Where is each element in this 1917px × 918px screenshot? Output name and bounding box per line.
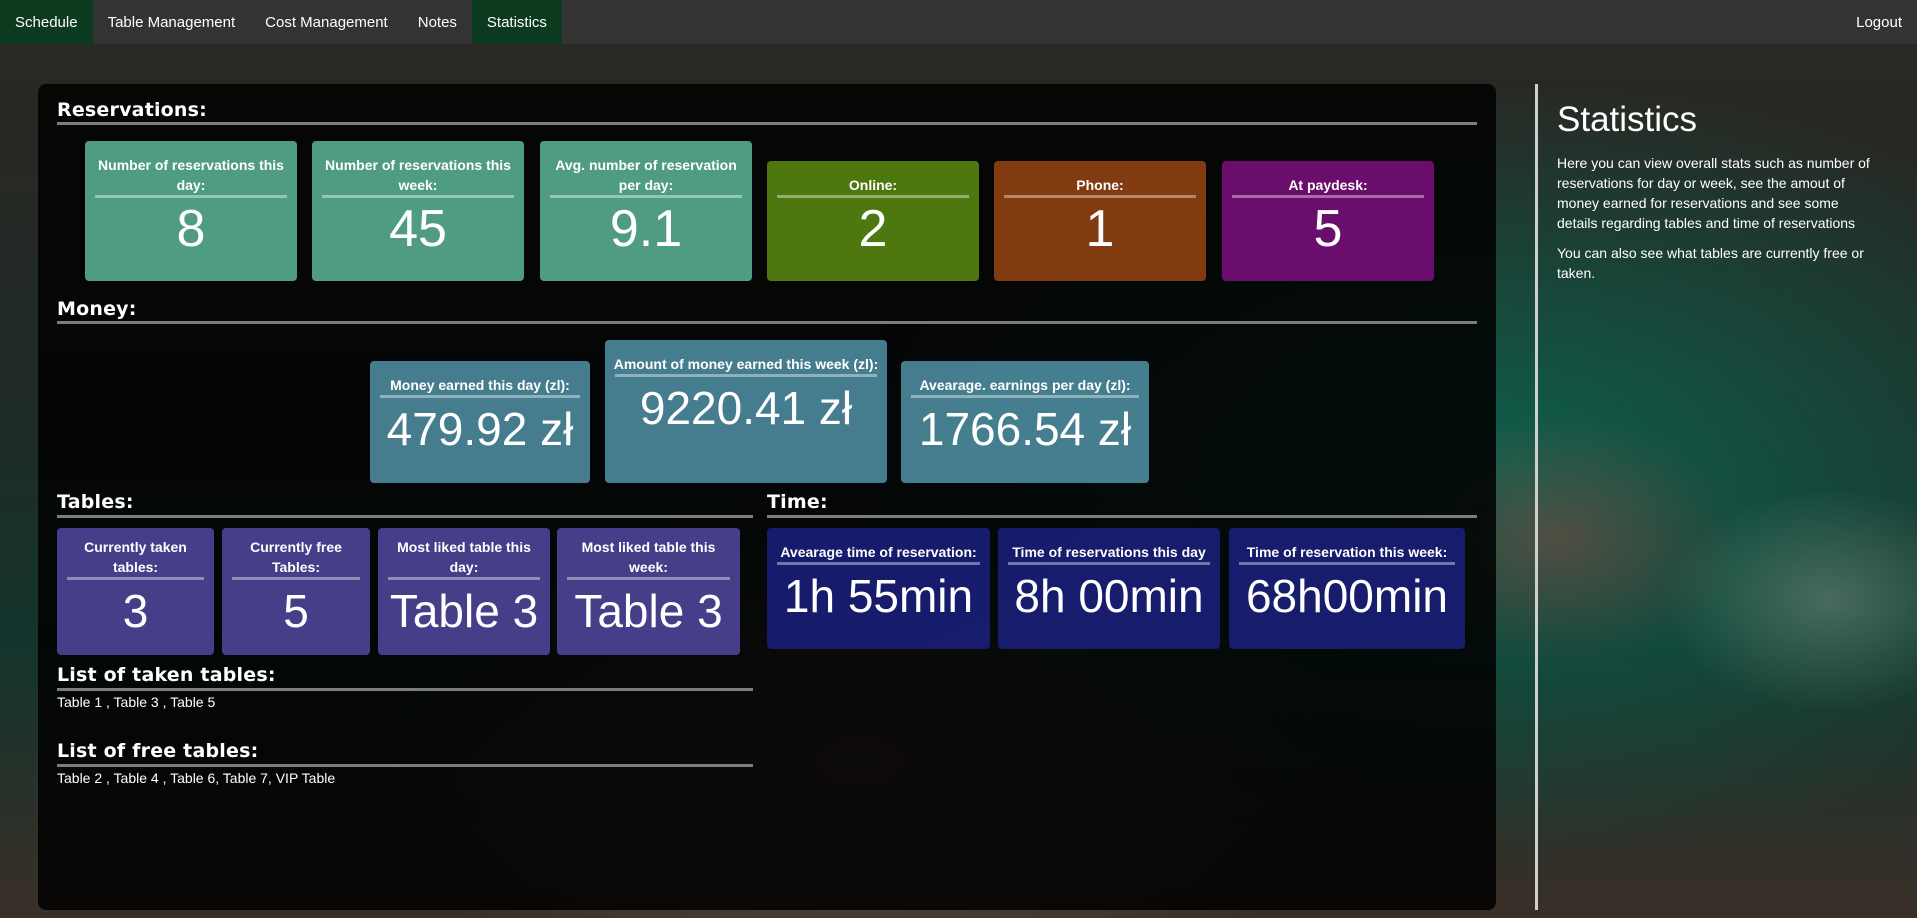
free-tables-rule bbox=[57, 764, 753, 767]
card-value: 8 bbox=[176, 200, 206, 258]
nav-table-management[interactable]: Table Management bbox=[93, 0, 251, 44]
nav-cost-management[interactable]: Cost Management bbox=[250, 0, 403, 44]
card-value: 479.92 zł bbox=[386, 403, 574, 455]
money-week-card: Amount of money earned this week (zl): 9… bbox=[605, 340, 887, 483]
tables-taken-card: Currently taken tables: 3 bbox=[57, 528, 214, 655]
card-value: 1766.54 zł bbox=[918, 403, 1132, 455]
card-value: 1h 55min bbox=[783, 570, 974, 622]
reservations-week-card: Number of reservations this week: 45 bbox=[312, 141, 524, 281]
reservations-paydesk-card: At paydesk: 5 bbox=[1222, 161, 1434, 281]
logout-link[interactable]: Logout bbox=[1841, 0, 1917, 44]
card-label: Avearage time of reservation: bbox=[780, 544, 977, 560]
card-label: Online: bbox=[848, 177, 898, 193]
reservations-heading: Reservations: bbox=[57, 99, 207, 121]
nav-statistics[interactable]: Statistics bbox=[471, 0, 562, 44]
card-value: 68h00min bbox=[1245, 570, 1449, 622]
free-tables-list: Table 2 , Table 4 , Table 6, Table 7, VI… bbox=[57, 770, 336, 786]
money-day-card: Money earned this day (zl): 479.92 zł bbox=[370, 361, 590, 483]
tables-heading: Tables: bbox=[57, 491, 134, 513]
reservations-phone-card: Phone: 1 bbox=[994, 161, 1206, 281]
card-value: 9220.41 zł bbox=[639, 382, 853, 434]
card-value: Table 3 bbox=[574, 585, 723, 637]
card-value: 8h 00min bbox=[1014, 570, 1204, 622]
card-label: Most liked table this week: bbox=[581, 539, 716, 575]
card-label: Currently free Tables: bbox=[250, 539, 342, 575]
top-navbar: Schedule Table Management Cost Managemen… bbox=[0, 0, 1917, 44]
time-week-card: Time of reservation this week: 68h00min bbox=[1229, 528, 1465, 649]
card-value: 3 bbox=[122, 585, 149, 637]
tables-liked-day-card: Most liked table this day: Table 3 bbox=[378, 528, 550, 655]
reservations-avg-card: Avg. number of reservation per day: 9.1 bbox=[540, 141, 752, 281]
taken-tables-rule bbox=[57, 688, 753, 691]
reservations-day-card: Number of reservations this day: 8 bbox=[85, 141, 297, 281]
card-value: 5 bbox=[1313, 200, 1343, 258]
card-value: 45 bbox=[389, 200, 447, 258]
tables-liked-week-card: Most liked table this week: Table 3 bbox=[557, 528, 740, 655]
card-label: Number of reservations this day: bbox=[98, 157, 284, 193]
card-label: Money earned this day (zl): bbox=[390, 377, 570, 393]
card-label: Currently taken tables: bbox=[84, 539, 187, 575]
card-label: Phone: bbox=[1076, 177, 1124, 193]
free-tables-heading: List of free tables: bbox=[57, 740, 259, 762]
card-label: Avearage. earnings per day (zl): bbox=[919, 377, 1131, 393]
sidebar-description: Here you can view overall stats such as … bbox=[1557, 155, 1870, 231]
sidebar-divider bbox=[1535, 84, 1538, 910]
time-avg-card: Avearage time of reservation: 1h 55min bbox=[767, 528, 990, 649]
card-value: Table 3 bbox=[389, 585, 539, 637]
reservations-rule bbox=[57, 122, 1477, 125]
card-value: 9.1 bbox=[609, 200, 683, 258]
card-value: 5 bbox=[283, 585, 309, 637]
reservations-online-card: Online: 2 bbox=[767, 161, 979, 281]
card-label: Number of reservations this week: bbox=[325, 157, 511, 193]
taken-tables-heading: List of taken tables: bbox=[57, 664, 276, 686]
card-label: At paydesk: bbox=[1288, 177, 1368, 193]
taken-tables-list: Table 1 , Table 3 , Table 5 bbox=[57, 694, 216, 710]
time-day-card: Time of reservations this day 8h 00min bbox=[998, 528, 1220, 649]
nav-notes[interactable]: Notes bbox=[403, 0, 472, 44]
time-rule bbox=[767, 515, 1477, 518]
tables-free-card: Currently free Tables: 5 bbox=[222, 528, 370, 655]
card-value: 1 bbox=[1085, 200, 1115, 258]
card-label: Most liked table this day: bbox=[397, 539, 531, 575]
time-heading: Time: bbox=[767, 491, 828, 513]
money-rule bbox=[57, 321, 1477, 324]
nav-schedule[interactable]: Schedule bbox=[0, 0, 93, 44]
money-avg-card: Avearage. earnings per day (zl): 1766.54… bbox=[901, 361, 1149, 483]
card-label: Avg. number of reservation per day: bbox=[555, 157, 737, 193]
tables-rule bbox=[57, 515, 753, 518]
sidebar-note: You can also see what tables are current… bbox=[1557, 245, 1864, 281]
card-value: 2 bbox=[858, 200, 888, 258]
card-label: Time of reservations this day bbox=[1012, 544, 1206, 560]
money-heading: Money: bbox=[57, 298, 137, 320]
card-label: Time of reservation this week: bbox=[1246, 544, 1448, 560]
card-label: Amount of money earned this week (zl): bbox=[613, 356, 879, 372]
sidebar-title: Statistics bbox=[1557, 100, 1698, 139]
